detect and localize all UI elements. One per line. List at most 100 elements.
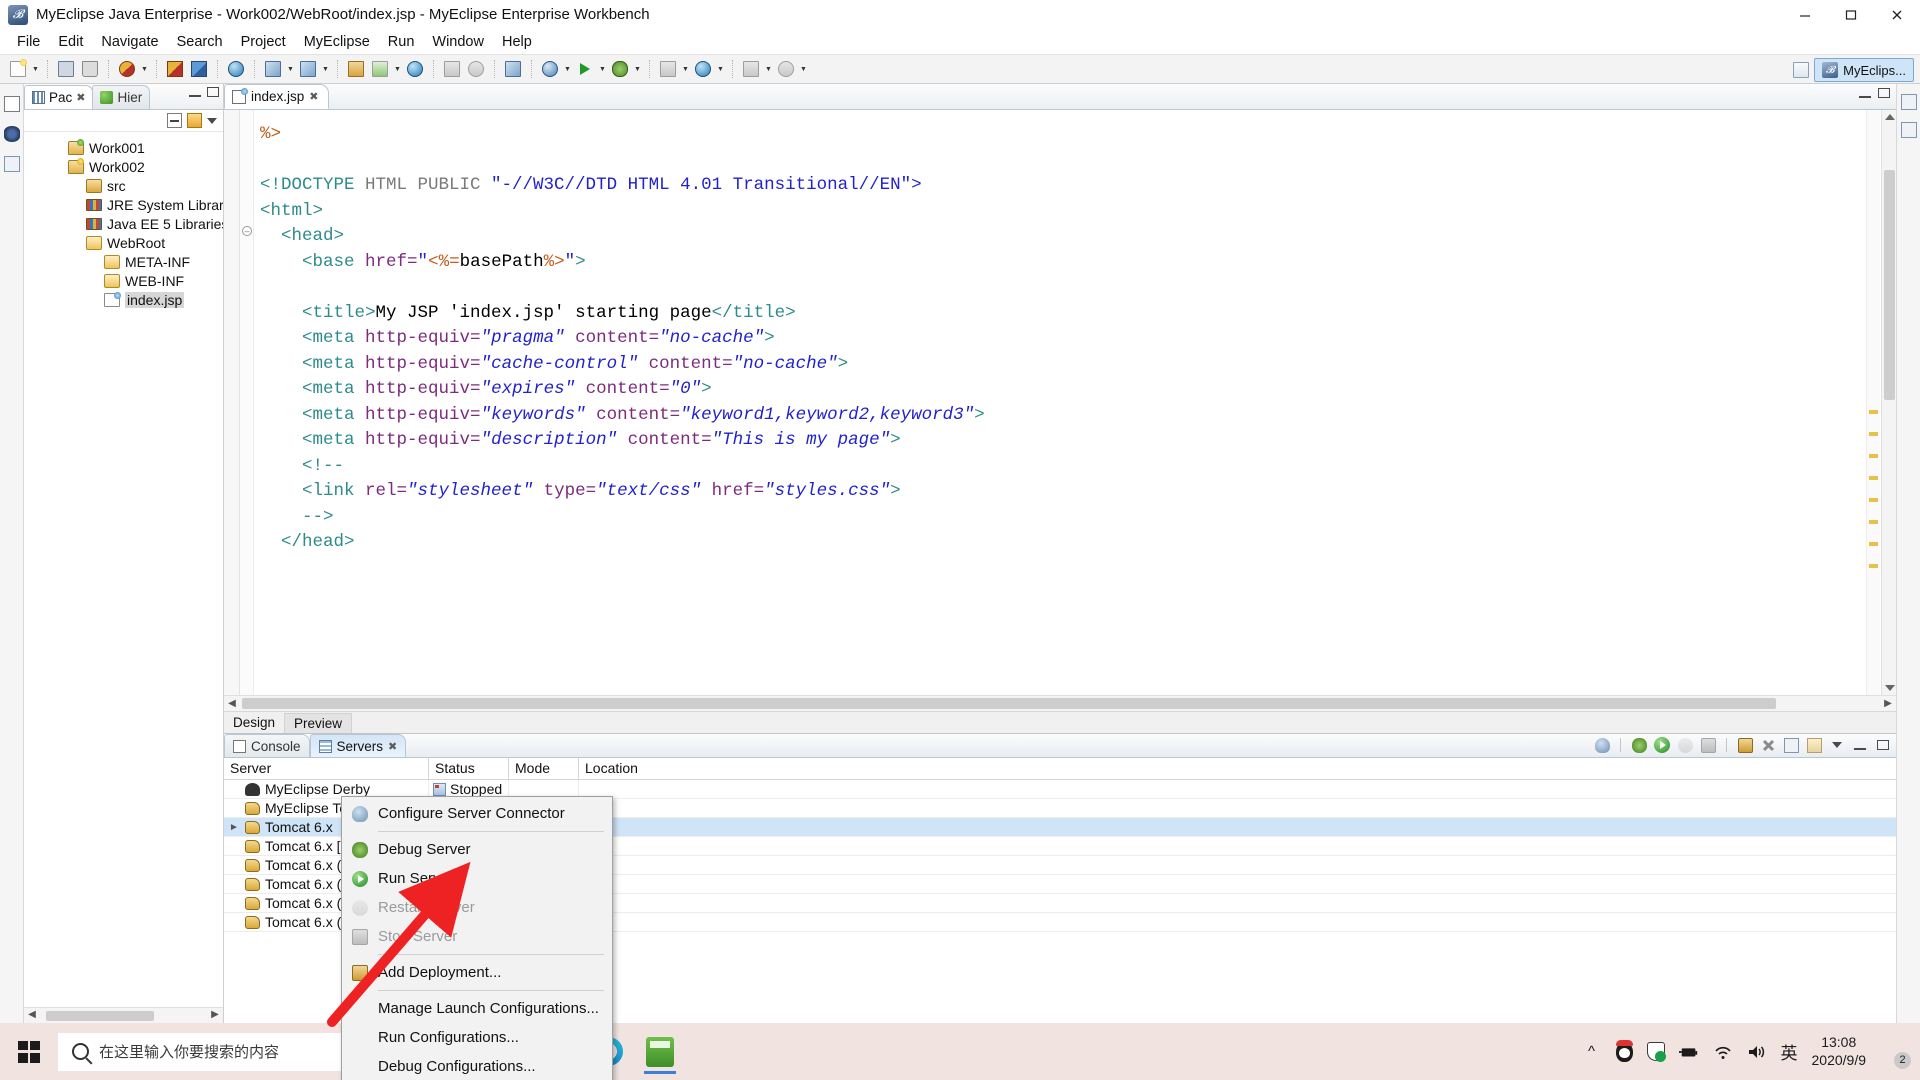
copy-server-icon[interactable] bbox=[1782, 736, 1800, 754]
column-header-mode[interactable]: Mode bbox=[509, 758, 579, 779]
menu-item-run-configurations[interactable]: Run Configurations... bbox=[342, 1023, 612, 1052]
next-annotation-arrow[interactable]: ▼ bbox=[715, 58, 726, 80]
search-dropdown-arrow[interactable]: ▼ bbox=[562, 58, 573, 80]
collapse-all-icon[interactable] bbox=[167, 113, 182, 128]
battery-icon[interactable] bbox=[1678, 1042, 1699, 1062]
maximize-button[interactable] bbox=[1828, 0, 1874, 30]
tree-item-meta-inf[interactable]: META-INF bbox=[24, 252, 223, 271]
view-menu-icon[interactable] bbox=[207, 117, 217, 124]
debug-toolbar-button[interactable] bbox=[441, 58, 463, 80]
tree-item-java-ee-5-libraries[interactable]: Java EE 5 Libraries bbox=[24, 214, 223, 233]
tree-item-work001[interactable]: Work001 bbox=[24, 138, 223, 157]
open-type-button[interactable] bbox=[297, 58, 319, 80]
column-header-server[interactable]: Server bbox=[224, 758, 429, 779]
editor-overview-ruler[interactable] bbox=[1866, 110, 1880, 695]
menu-file[interactable]: File bbox=[8, 32, 49, 52]
minimize-button[interactable] bbox=[1782, 0, 1828, 30]
start-button[interactable] bbox=[0, 1023, 58, 1080]
outline-view-icon[interactable] bbox=[3, 156, 20, 172]
previous-edit-button[interactable] bbox=[740, 58, 762, 80]
maximize-icon[interactable] bbox=[1878, 88, 1890, 98]
tab-console[interactable]: Console bbox=[224, 734, 310, 757]
package-explorer-hscrollbar[interactable]: ◀ ▶ bbox=[24, 1007, 223, 1023]
editor-folding-ruler[interactable]: – bbox=[240, 110, 254, 695]
scroll-down-icon[interactable] bbox=[1885, 685, 1895, 691]
editor-tab-index-jsp[interactable]: index.jsp ✖ bbox=[224, 84, 329, 109]
properties-view-icon[interactable] bbox=[1900, 122, 1917, 138]
menu-item-configure-server-connector[interactable]: Configure Server Connector bbox=[342, 799, 612, 828]
run-server-dropdown-arrow[interactable]: ▼ bbox=[392, 58, 403, 80]
external-tools-arrow[interactable]: ▼ bbox=[680, 58, 691, 80]
scroll-left-icon[interactable]: ◀ bbox=[24, 1009, 40, 1020]
new-package-button[interactable] bbox=[164, 58, 186, 80]
menu-edit[interactable]: Edit bbox=[49, 32, 92, 52]
run-server-icon[interactable] bbox=[1653, 736, 1671, 754]
menu-item-debug-server[interactable]: Debug Server bbox=[342, 835, 612, 864]
maximize-icon[interactable] bbox=[207, 87, 219, 97]
profile-toolbar-button[interactable] bbox=[465, 58, 487, 80]
scroll-left-icon[interactable]: ◀ bbox=[224, 698, 240, 709]
debug-server-icon[interactable] bbox=[1630, 736, 1648, 754]
view-menu-icon[interactable] bbox=[1828, 736, 1846, 754]
tree-item-work002[interactable]: Work002 bbox=[24, 157, 223, 176]
menu-navigate[interactable]: Navigate bbox=[92, 32, 167, 52]
calculator-icon[interactable] bbox=[634, 1028, 686, 1076]
close-icon[interactable]: ✖ bbox=[309, 90, 318, 103]
menu-project[interactable]: Project bbox=[232, 32, 295, 52]
scrollbar-thumb[interactable] bbox=[1884, 170, 1895, 400]
eye-view-icon[interactable] bbox=[3, 126, 20, 142]
code-text[interactable]: %> <!DOCTYPE HTML PUBLIC "-//W3C//DTD HT… bbox=[254, 110, 1896, 695]
minimize-icon[interactable] bbox=[1851, 736, 1869, 754]
notification-center-icon[interactable]: 2 bbox=[1880, 1038, 1911, 1069]
new-button[interactable] bbox=[7, 58, 29, 80]
menu-window[interactable]: Window bbox=[423, 32, 493, 52]
remove-server-icon[interactable] bbox=[1759, 736, 1777, 754]
ime-icon[interactable]: 英 bbox=[1781, 1039, 1798, 1064]
menu-item-add-deployment[interactable]: Add Deployment... bbox=[342, 958, 612, 987]
tab-servers[interactable]: Servers ✖ bbox=[309, 734, 407, 757]
column-header-status[interactable]: Status bbox=[429, 758, 509, 779]
taskbar-clock[interactable]: 13:08 2020/9/9 bbox=[1812, 1034, 1867, 1069]
new-dropdown-arrow[interactable]: ▼ bbox=[30, 58, 41, 80]
show-hidden-icons-chevron[interactable]: ^ bbox=[1582, 1042, 1602, 1062]
next-annotation-button[interactable] bbox=[692, 58, 714, 80]
collapse-fold-icon[interactable]: – bbox=[242, 226, 252, 236]
restore-view-icon[interactable] bbox=[3, 96, 20, 112]
scrollbar-thumb[interactable] bbox=[242, 698, 1776, 709]
new-wizard-arrow[interactable]: ▼ bbox=[285, 58, 296, 80]
tab-hierarchy[interactable]: Hier bbox=[92, 85, 151, 109]
tree-item-index-jsp[interactable]: index.jsp bbox=[24, 290, 223, 309]
open-server-icon[interactable] bbox=[1805, 736, 1823, 754]
minimize-icon[interactable] bbox=[189, 87, 201, 97]
scroll-right-icon[interactable]: ▶ bbox=[207, 1009, 223, 1020]
expand-arrow-icon[interactable]: ► bbox=[228, 822, 240, 833]
configure-server-connector-icon[interactable] bbox=[1593, 736, 1611, 754]
new-web-project-button[interactable] bbox=[116, 58, 138, 80]
menu-item-manage-launch-configurations[interactable]: Manage Launch Configurations... bbox=[342, 994, 612, 1023]
qq-icon[interactable] bbox=[1615, 1039, 1633, 1062]
back-arrow[interactable]: ▼ bbox=[798, 58, 809, 80]
close-icon[interactable]: ✖ bbox=[76, 91, 85, 104]
link-with-editor-icon[interactable] bbox=[187, 113, 202, 128]
security-shield-icon[interactable] bbox=[1646, 1042, 1666, 1062]
stop-server-icon[interactable] bbox=[1699, 736, 1717, 754]
menu-myeclipse[interactable]: MyEclipse bbox=[295, 32, 379, 52]
new-web-project-arrow[interactable]: ▼ bbox=[139, 58, 150, 80]
editor-hscrollbar[interactable]: ◀ ▶ bbox=[224, 695, 1896, 711]
new-jsp-button[interactable] bbox=[502, 58, 524, 80]
perspective-myeclipse-button[interactable]: 𝓑 MyEclips... bbox=[1814, 58, 1914, 82]
tab-package-explorer[interactable]: Pac ✖ bbox=[24, 85, 94, 109]
debug-last-button[interactable] bbox=[609, 58, 631, 80]
print-button[interactable] bbox=[79, 58, 101, 80]
new-class-button[interactable] bbox=[188, 58, 210, 80]
tab-design[interactable]: Design bbox=[224, 713, 285, 732]
menu-item-run-server[interactable]: Run Server bbox=[342, 864, 612, 893]
menu-help[interactable]: Help bbox=[493, 32, 541, 52]
wifi-icon[interactable] bbox=[1713, 1042, 1733, 1062]
scrollbar-thumb[interactable] bbox=[46, 1011, 154, 1021]
menu-run[interactable]: Run bbox=[379, 32, 424, 52]
tree-item-webroot[interactable]: WebRoot bbox=[24, 233, 223, 252]
editor-vscrollbar[interactable] bbox=[1881, 110, 1896, 695]
outline-view-icon[interactable] bbox=[1900, 94, 1917, 110]
run-server-toolbar-button[interactable] bbox=[369, 58, 391, 80]
